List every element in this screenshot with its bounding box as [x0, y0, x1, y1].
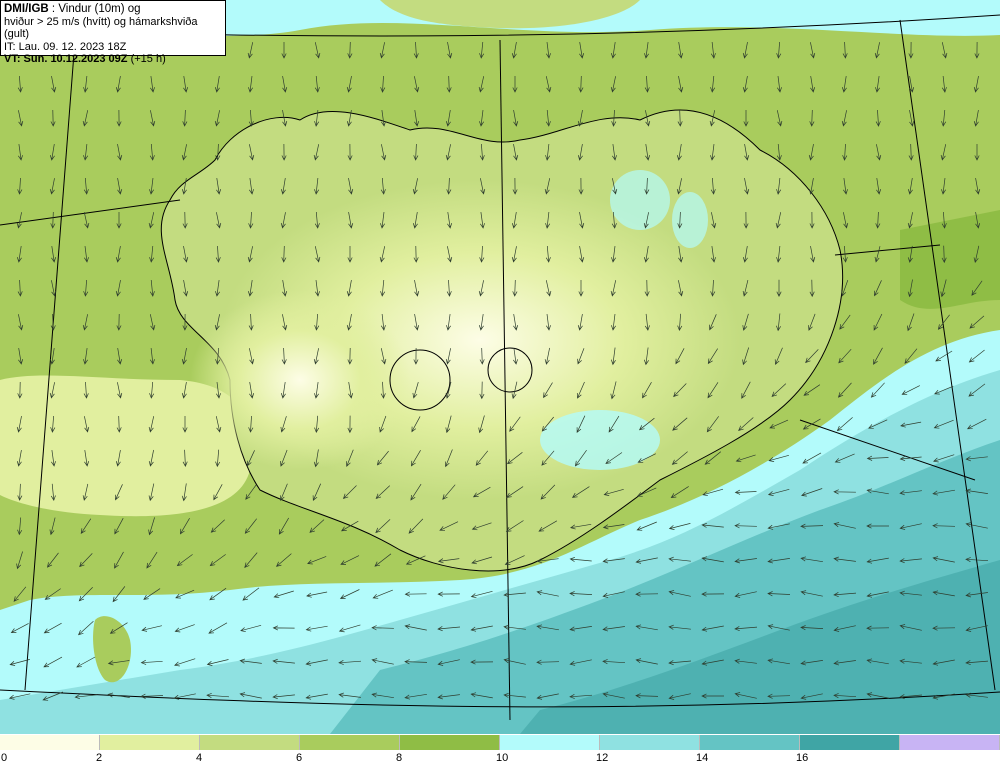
issue-time: IT: Lau. 09. 12. 2023 18Z	[4, 40, 127, 53]
title-line: DMI/IGB : Vindur (10m) og	[4, 3, 222, 16]
legend-swatch	[200, 735, 300, 750]
inland-highlands-2	[190, 290, 410, 470]
legend-swatch	[100, 735, 200, 750]
legend-tick-label: 0	[1, 752, 8, 764]
title-text: : Vindur (10m) og	[48, 3, 141, 15]
map-info-box: DMI/IGB : Vindur (10m) og hviður > 25 m/…	[0, 0, 226, 65]
legend-swatch	[700, 735, 800, 750]
map-canvas	[0, 0, 1000, 734]
source-label: DMI/IGB	[4, 3, 49, 15]
legend-tick-label: 4	[196, 752, 203, 764]
legend-tick-label: 8	[396, 752, 403, 764]
legend-swatch	[900, 735, 1000, 750]
legend-swatch	[800, 735, 900, 750]
valid-time: VT: Sun. 10.12.2023 09Z	[4, 53, 128, 65]
glacier-vatnajokull	[540, 410, 660, 470]
legend-tick-label: 2	[96, 752, 103, 764]
legend-tick-label: 10	[496, 752, 509, 764]
valid-time-line: VT: Sun. 10.12.2023 09Z (+15 h)	[4, 53, 222, 66]
legend-swatch	[400, 735, 500, 750]
legend-swatch	[0, 735, 100, 750]
legend-tick-label: 12	[596, 752, 609, 764]
legend-bar	[0, 735, 1000, 750]
legend-tick-label: 14	[696, 752, 709, 764]
glacier-northeast	[672, 192, 708, 248]
lead-time: (+15 h)	[127, 53, 166, 65]
legend-swatch	[300, 735, 400, 750]
legend-swatch	[600, 735, 700, 750]
glacier-north	[610, 170, 670, 230]
gust-description: hviður > 25 m/s (hvítt) og hámarkshviða …	[4, 15, 198, 41]
legend-tick-label: 16	[796, 752, 809, 764]
wind-map: DMI/IGB : Vindur (10m) og hviður > 25 m/…	[0, 0, 1000, 734]
legend-swatch	[500, 735, 600, 750]
color-legend: 0 2 4 6 8 10 12 14 16	[0, 735, 1000, 764]
legend-tick-label: 6	[296, 752, 303, 764]
